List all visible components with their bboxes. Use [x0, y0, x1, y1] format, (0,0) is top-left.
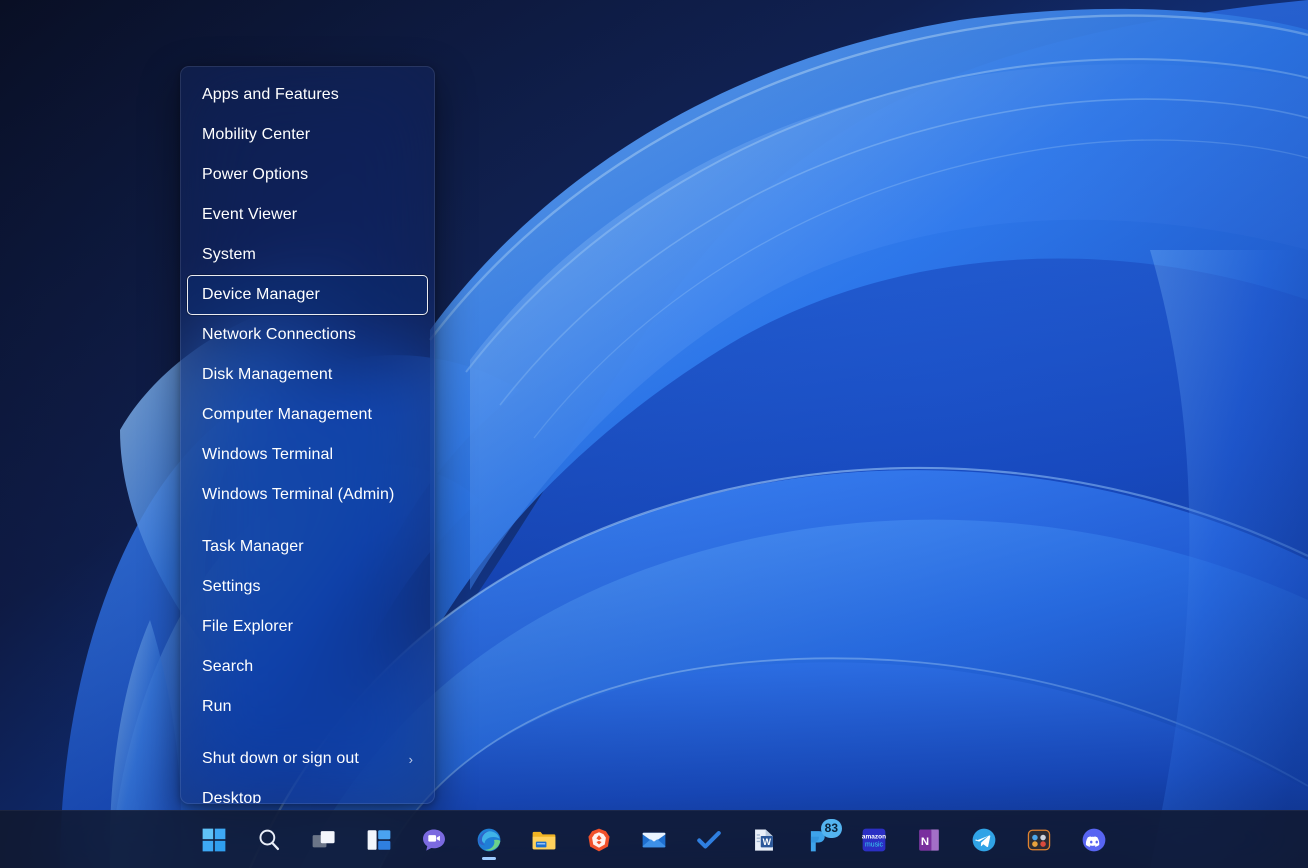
- menu-item-power-options[interactable]: Power Options: [187, 155, 428, 195]
- checkmark-icon: [696, 827, 722, 853]
- menu-item-label: Desktop: [202, 779, 261, 804]
- discord-icon: [1081, 827, 1107, 853]
- svg-text:amazon: amazon: [862, 833, 886, 840]
- menu-item-disk-management[interactable]: Disk Management: [187, 355, 428, 395]
- menu-item-label: Windows Terminal (Admin): [202, 475, 394, 515]
- file-explorer-icon: [531, 827, 557, 853]
- mail-envelope-icon: [641, 827, 667, 853]
- telegram-button[interactable]: [962, 818, 1006, 862]
- word-button[interactable]: W: [742, 818, 786, 862]
- menu-item-windows-terminal[interactable]: Windows Terminal: [187, 435, 428, 475]
- menu-item-windows-terminal-admin[interactable]: Windows Terminal (Admin): [187, 475, 428, 515]
- svg-text:music: music: [865, 841, 884, 848]
- start-button[interactable]: [192, 818, 236, 862]
- menu-item-label: Device Manager: [202, 275, 320, 315]
- svg-text:N: N: [921, 835, 929, 847]
- menu-item-label: Network Connections: [202, 315, 356, 355]
- menu-item-label: Task Manager: [202, 527, 304, 567]
- discord-button[interactable]: [1072, 818, 1116, 862]
- chat-button[interactable]: [412, 818, 456, 862]
- menu-item-label: Power Options: [202, 155, 308, 195]
- taskbar-icon-list: W 83 amazonmusic N: [192, 818, 1116, 862]
- davinci-resolve-icon: [1026, 827, 1052, 853]
- menu-item-run[interactable]: Run: [187, 687, 428, 727]
- winx-power-user-menu[interactable]: Apps and FeaturesMobility CenterPower Op…: [180, 66, 435, 804]
- menu-item-label: Windows Terminal: [202, 435, 333, 475]
- file-explorer-button[interactable]: [522, 818, 566, 862]
- edge-button[interactable]: [467, 818, 511, 862]
- widgets-icon: [366, 827, 392, 853]
- menu-item-event-viewer[interactable]: Event Viewer: [187, 195, 428, 235]
- edge-icon: [476, 827, 502, 853]
- menu-item-device-manager[interactable]: Device Manager: [187, 275, 428, 315]
- menu-item-mobility-center[interactable]: Mobility Center: [187, 115, 428, 155]
- task-view-icon: [311, 827, 337, 853]
- search-icon: [256, 827, 282, 853]
- onenote-button[interactable]: N: [907, 818, 951, 862]
- amazon-music-icon: amazonmusic: [861, 827, 887, 853]
- widgets-button[interactable]: [357, 818, 401, 862]
- onenote-icon: N: [916, 827, 942, 853]
- menu-item-label: File Explorer: [202, 607, 293, 647]
- menu-item-label: Apps and Features: [202, 75, 339, 115]
- menu-item-shut-down-or-sign-out[interactable]: Shut down or sign out ›: [187, 739, 428, 779]
- menu-item-apps-and-features[interactable]: Apps and Features: [187, 75, 428, 115]
- menu-item-computer-management[interactable]: Computer Management: [187, 395, 428, 435]
- telegram-icon: [971, 827, 997, 853]
- menu-item-desktop[interactable]: Desktop: [187, 779, 428, 804]
- desktop-screen: Apps and FeaturesMobility CenterPower Op…: [0, 0, 1308, 868]
- menu-item-label: Mobility Center: [202, 115, 310, 155]
- davinci-button[interactable]: [1017, 818, 1061, 862]
- brave-lion-icon: [586, 827, 612, 853]
- brave-button[interactable]: [577, 818, 621, 862]
- notification-badge: 83: [821, 819, 842, 838]
- taskbar[interactable]: W 83 amazonmusic N: [0, 810, 1308, 868]
- svg-text:W: W: [763, 836, 772, 846]
- word-icon: W: [751, 827, 777, 853]
- menu-item-label: Search: [202, 647, 253, 687]
- todo-button[interactable]: [687, 818, 731, 862]
- menu-group: Task ManagerSettingsFile ExplorerSearchR…: [181, 527, 434, 727]
- menu-item-system[interactable]: System: [187, 235, 428, 275]
- windows-logo-icon: [201, 827, 227, 853]
- menu-item-label: Event Viewer: [202, 195, 297, 235]
- menu-item-settings[interactable]: Settings: [187, 567, 428, 607]
- menu-item-network-connections[interactable]: Network Connections: [187, 315, 428, 355]
- menu-item-search[interactable]: Search: [187, 647, 428, 687]
- search-button[interactable]: [247, 818, 291, 862]
- menu-item-label: Disk Management: [202, 355, 332, 395]
- menu-item-task-manager[interactable]: Task Manager: [187, 527, 428, 567]
- menu-item-label: Shut down or sign out: [202, 739, 359, 779]
- amazon-music-button[interactable]: amazonmusic: [852, 818, 896, 862]
- phone-link-button[interactable]: 83: [797, 818, 841, 862]
- chevron-right-icon: ›: [409, 753, 413, 766]
- menu-group: Shut down or sign out › Desktop: [181, 739, 434, 804]
- menu-group: Apps and FeaturesMobility CenterPower Op…: [181, 75, 434, 515]
- mail-button[interactable]: [632, 818, 676, 862]
- menu-item-label: Settings: [202, 567, 261, 607]
- menu-item-file-explorer[interactable]: File Explorer: [187, 607, 428, 647]
- teams-chat-icon: [421, 827, 447, 853]
- menu-item-label: Computer Management: [202, 395, 372, 435]
- menu-item-label: Run: [202, 687, 232, 727]
- task-view-button[interactable]: [302, 818, 346, 862]
- menu-item-label: System: [202, 235, 256, 275]
